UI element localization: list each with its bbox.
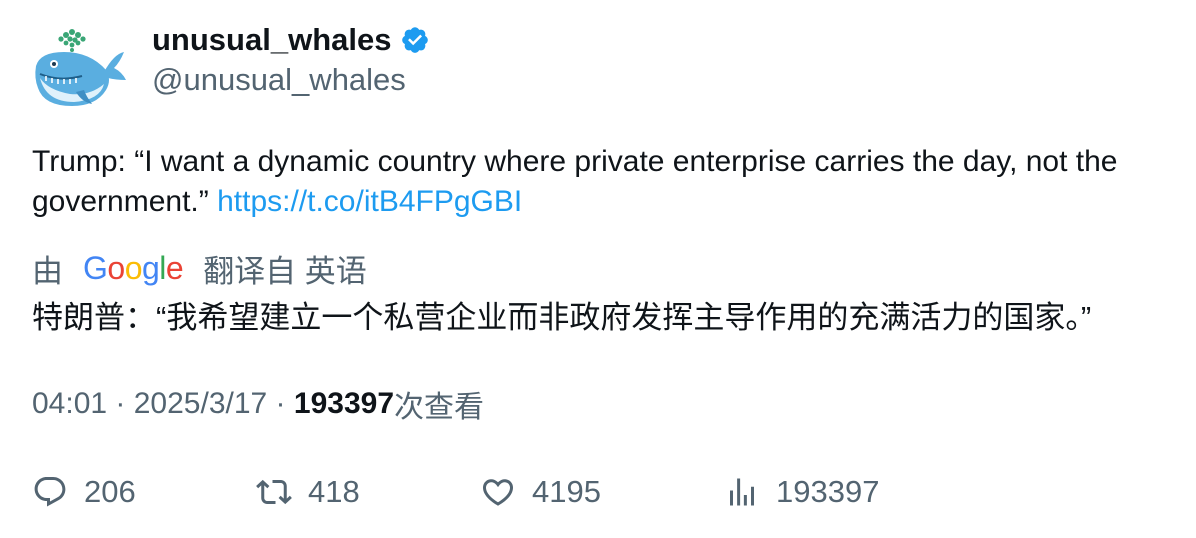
translation-attribution: 由 Google 翻译自 英语 <box>32 246 367 290</box>
tweet-time[interactable]: 04:01 <box>32 387 107 421</box>
author-name-row[interactable]: unusual_whales <box>152 22 430 58</box>
translation-prefix: 由 <box>32 253 63 289</box>
action-bar: 206 418 4195 193397 <box>32 470 1172 514</box>
avatar[interactable] <box>30 24 130 114</box>
reply-count: 206 <box>84 474 136 509</box>
like-button[interactable]: 4195 <box>480 470 601 514</box>
heart-icon <box>482 479 514 506</box>
retweet-icon <box>256 479 292 505</box>
tweet-body: Trump: “I want a dynamic country where p… <box>32 145 1118 218</box>
views-count: 193397 <box>293 387 394 420</box>
tweet-date[interactable]: 2025/3/17 <box>134 387 267 421</box>
translated-text: 特朗普：“我希望建立一个私营企业而非政府发挥主导作用的充满活力的国家。” <box>32 300 1092 335</box>
retweet-button[interactable]: 418 <box>256 470 360 514</box>
tweet-link[interactable]: https://t.co/itB4FPgGBI <box>217 185 522 218</box>
author-handle[interactable]: @unusual_whales <box>152 62 406 98</box>
retweet-count: 418 <box>308 474 360 509</box>
views-count-action: 193397 <box>776 474 880 509</box>
google-logo: Google <box>83 249 184 286</box>
reply-button[interactable]: 206 <box>32 470 136 514</box>
meta-separator: · <box>107 387 134 420</box>
translation-suffix[interactable]: 翻译自 英语 <box>203 246 367 291</box>
analytics-icon <box>730 478 754 506</box>
tweet-text: Trump: “I want a dynamic country where p… <box>32 142 1172 222</box>
like-count: 4195 <box>532 474 601 509</box>
views-label: 次查看 <box>394 391 484 424</box>
meta-separator: · <box>267 387 294 420</box>
tweet-meta: 04:01 · 2025/3/17 · 193397 次查看 <box>32 382 484 426</box>
reply-icon <box>34 477 66 507</box>
author-display-name[interactable]: unusual_whales <box>152 22 391 58</box>
views-button[interactable]: 193397 <box>724 470 879 514</box>
whale-logo-icon <box>35 29 126 106</box>
verified-badge-icon <box>402 27 429 53</box>
